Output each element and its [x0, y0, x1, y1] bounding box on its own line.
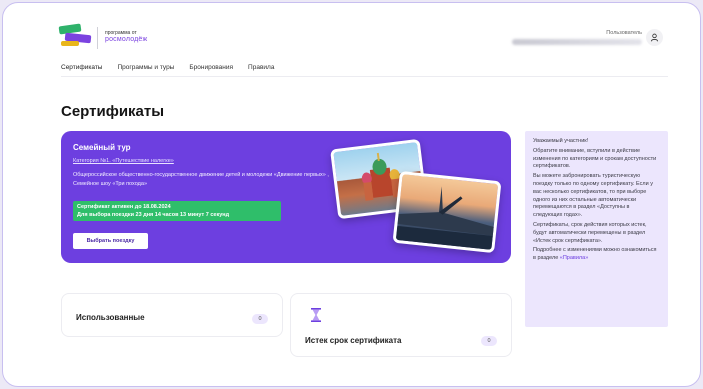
expired-certificates-label: Истек срок сертификата [305, 336, 402, 345]
used-count-badge: 0 [252, 314, 268, 324]
notice-text: Подробнее с изменениями можно ознакомить… [533, 247, 660, 263]
petersburg-photo [392, 170, 502, 254]
certificate-card: Семейный тур Категория №1. «Путешествие … [61, 131, 511, 263]
logo[interactable] [58, 23, 93, 47]
hourglass-icon [311, 308, 321, 322]
status-countdown: Для выбора поездки 23 дня 14 часов 13 ми… [77, 212, 230, 218]
program-brand: росмолодёж [105, 36, 148, 43]
certificate-title: Семейный тур [73, 143, 131, 152]
rules-link[interactable]: «Правила» [560, 255, 588, 261]
user-label: Пользователь [606, 30, 642, 36]
notice-greeting: Уважаемый участник! [533, 138, 589, 144]
page-title: Сертификаты [61, 103, 165, 120]
app-frame: программа от росмолодёж Пользователь Сер… [2, 2, 701, 387]
header-divider [97, 27, 98, 49]
expired-count-badge: 0 [481, 336, 497, 346]
certificate-category[interactable]: Категория №1. «Путешествие налегке» [73, 158, 174, 164]
status-active-until: Сертификат активен до 18.08.2024 [77, 204, 171, 210]
used-certificates-label: Использованные [76, 313, 145, 322]
choose-trip-button[interactable]: Выбрать поездку [73, 233, 148, 249]
user-name-blurred [512, 39, 642, 45]
notice-text: Сертификаты, срок действия которых истек… [533, 221, 647, 244]
user-avatar[interactable] [646, 29, 663, 46]
certificate-description: Общероссийское общественно-государственн… [73, 172, 329, 187]
used-certificates-card[interactable]: Использованные 0 [61, 293, 283, 337]
tabs-divider [61, 76, 668, 77]
notice-more-text: Подробнее с изменениями можно ознакомить… [533, 247, 657, 262]
expired-certificates-card[interactable]: Истек срок сертификата 0 [290, 293, 512, 357]
notice-panel: Уважаемый участник! Обратите внимание, в… [525, 131, 668, 327]
notice-text: Вы можете забронировать туристическую по… [533, 173, 653, 219]
notice-text: Обратите внимание, вступили в действие и… [533, 147, 657, 170]
certificate-status-badge: Сертификат активен до 18.08.2024 Для выб… [73, 201, 281, 221]
user-icon [650, 33, 659, 42]
